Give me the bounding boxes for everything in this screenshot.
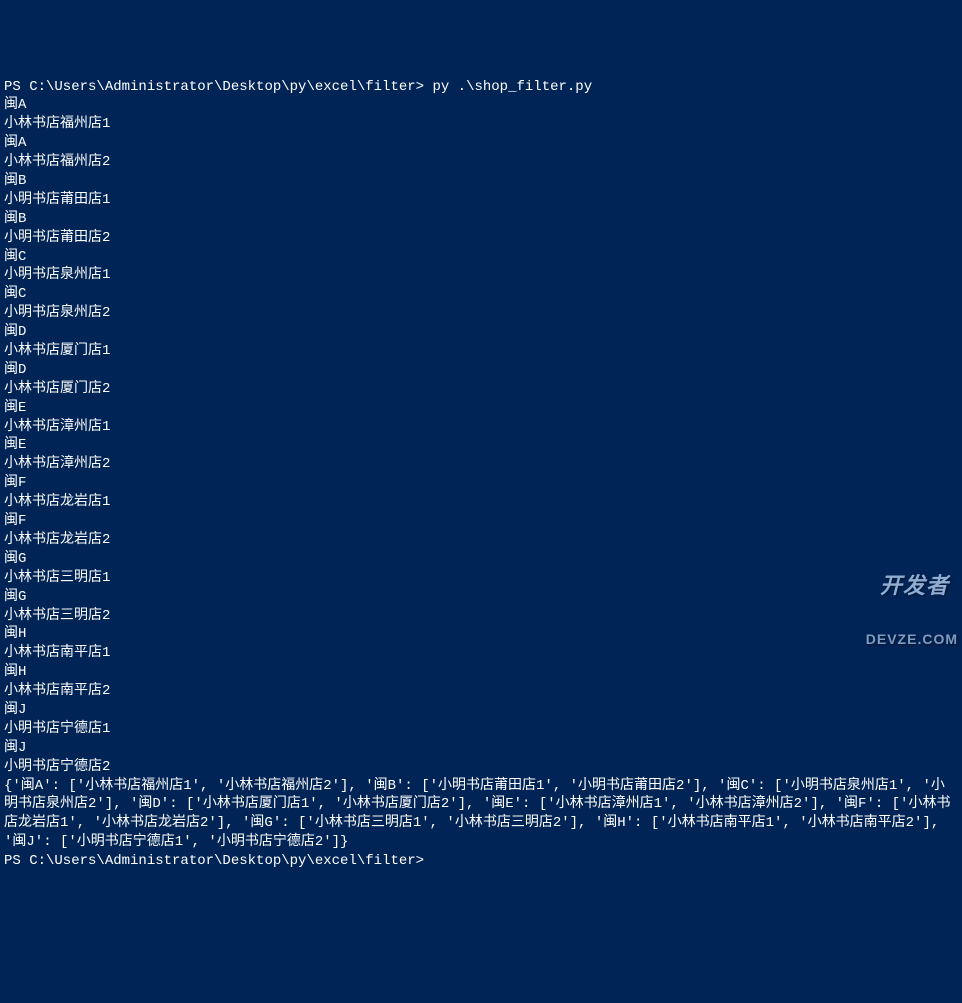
- terminal-output-dict: {'闽A': ['小林书店福州店1', '小林书店福州店2'], '闽B': […: [4, 777, 958, 853]
- terminal-output-line: 闽B: [4, 210, 958, 229]
- terminal-output-line: 小林书店福州店1: [4, 115, 958, 134]
- terminal-output-line: 闽G: [4, 550, 958, 569]
- terminal-output-line: 小林书店三明店1: [4, 569, 958, 588]
- terminal-output-line: 闽H: [4, 663, 958, 682]
- terminal-output-line: 闽D: [4, 361, 958, 380]
- terminal-output-line: 小林书店龙岩店1: [4, 493, 958, 512]
- terminal-output-line: 闽A: [4, 96, 958, 115]
- terminal-output-line: 闽E: [4, 436, 958, 455]
- terminal-output-line: 小林书店三明店2: [4, 607, 958, 626]
- terminal-prompt-command: PS C:\Users\Administrator\Desktop\py\exc…: [4, 78, 958, 97]
- terminal-output-line: 小林书店南平店1: [4, 644, 958, 663]
- terminal-output-line: 闽C: [4, 248, 958, 267]
- terminal-output-line: 小明书店泉州店1: [4, 266, 958, 285]
- terminal-output-line: 闽G: [4, 588, 958, 607]
- terminal-output-line: 闽J: [4, 739, 958, 758]
- terminal-output-line: 小林书店漳州店1: [4, 418, 958, 437]
- terminal-output-line: 小林书店厦门店1: [4, 342, 958, 361]
- terminal-output-line: 小明书店宁德店2: [4, 758, 958, 777]
- terminal-output-line: 闽H: [4, 625, 958, 644]
- terminal-output-line: 小明书店宁德店1: [4, 720, 958, 739]
- terminal-output-line: 小林书店福州店2: [4, 153, 958, 172]
- terminal-output-line: 闽D: [4, 323, 958, 342]
- watermark-text: 开发者: [880, 573, 949, 598]
- terminal-output-line: 闽A: [4, 134, 958, 153]
- powershell-terminal[interactable]: PS C:\Users\Administrator\Desktop\py\exc…: [4, 78, 958, 871]
- terminal-output-line: 小明书店泉州店2: [4, 304, 958, 323]
- terminal-output-line: 闽F: [4, 474, 958, 493]
- terminal-output-line: 小明书店莆田店1: [4, 191, 958, 210]
- terminal-output-line: 小林书店龙岩店2: [4, 531, 958, 550]
- terminal-output-line: 闽C: [4, 285, 958, 304]
- terminal-output-line: 小林书店厦门店2: [4, 380, 958, 399]
- terminal-prompt[interactable]: PS C:\Users\Administrator\Desktop\py\exc…: [4, 852, 958, 871]
- watermark-subtext: DEVZE.COM: [866, 630, 958, 649]
- terminal-output-line: 闽E: [4, 399, 958, 418]
- terminal-output-line: 闽F: [4, 512, 958, 531]
- watermark: 开发者 DEVZE.COM: [866, 541, 958, 679]
- terminal-output-line: 闽B: [4, 172, 958, 191]
- terminal-output-line: 闽J: [4, 701, 958, 720]
- terminal-output-line: 小明书店莆田店2: [4, 229, 958, 248]
- terminal-output-line: 小林书店漳州店2: [4, 455, 958, 474]
